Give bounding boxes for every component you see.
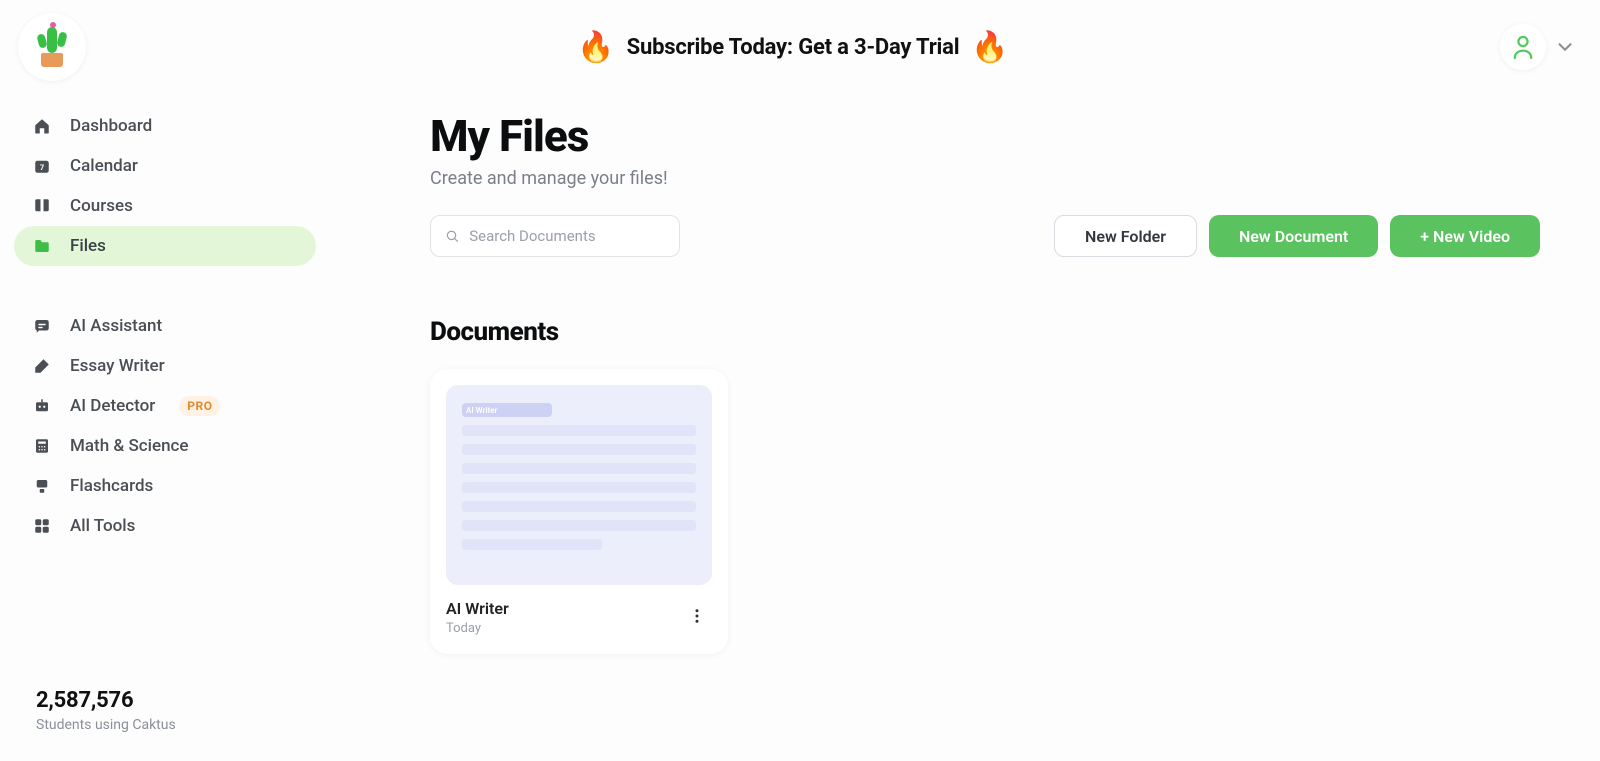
main-content: My Files Create and manage your files! N…: [330, 80, 1600, 761]
subscribe-banner[interactable]: 🔥 Subscribe Today: Get a 3-Day Trial 🔥: [577, 30, 1008, 65]
sidebar-item-label: Files: [70, 236, 106, 256]
sidebar-item-label: AI Assistant: [70, 316, 162, 336]
document-menu-button[interactable]: [682, 601, 712, 635]
more-vertical-icon: [688, 607, 706, 625]
new-folder-button[interactable]: New Folder: [1054, 215, 1197, 257]
fire-icon: 🔥: [577, 30, 614, 65]
documents-grid: AI Writer AI Writer Today: [430, 369, 1540, 654]
sidebar-item-files[interactable]: Files: [14, 226, 316, 266]
sidebar-item-label: Dashboard: [70, 116, 152, 136]
sidebar-item-label: Courses: [70, 196, 133, 216]
sidebar-item-label: All Tools: [70, 516, 135, 536]
student-count: 2,587,576: [36, 688, 310, 713]
cactus-icon: [33, 25, 71, 69]
sidebar-item-ai-detector[interactable]: AI Detector PRO: [14, 386, 316, 426]
flashcards-icon: [32, 476, 52, 496]
new-video-button[interactable]: + New Video: [1390, 215, 1540, 257]
new-document-button[interactable]: New Document: [1209, 215, 1378, 257]
page-title: My Files: [430, 110, 1540, 162]
sidebar-item-ai-assistant[interactable]: AI Assistant: [14, 306, 316, 346]
fire-icon: 🔥: [971, 30, 1008, 65]
grid-icon: [32, 516, 52, 536]
document-card[interactable]: AI Writer AI Writer Today: [430, 369, 728, 654]
svg-text:7: 7: [40, 163, 44, 172]
sidebar-item-label: Math & Science: [70, 436, 189, 456]
user-menu[interactable]: [1500, 24, 1576, 70]
student-count-label: Students using Caktus: [36, 717, 310, 733]
chevron-down-icon[interactable]: [1554, 36, 1576, 58]
sidebar: Dashboard 7 Calendar Courses Files: [0, 80, 330, 761]
sidebar-item-courses[interactable]: Courses: [14, 186, 316, 226]
sidebar-item-calendar[interactable]: 7 Calendar: [14, 146, 316, 186]
book-icon: [32, 196, 52, 216]
pen-icon: [32, 356, 52, 376]
pro-badge: PRO: [179, 396, 220, 416]
search-box[interactable]: [430, 215, 680, 257]
document-preview: AI Writer: [446, 385, 712, 585]
sidebar-item-flashcards[interactable]: Flashcards: [14, 466, 316, 506]
folder-icon: [32, 236, 52, 256]
user-icon: [1512, 34, 1534, 60]
header: 🔥 Subscribe Today: Get a 3-Day Trial 🔥: [0, 0, 1600, 80]
document-title: AI Writer: [446, 599, 509, 618]
sidebar-item-label: Essay Writer: [70, 356, 165, 376]
app-logo[interactable]: [18, 13, 86, 81]
chat-icon: [32, 316, 52, 336]
document-preview-tag: AI Writer: [462, 403, 552, 417]
sidebar-item-label: Calendar: [70, 156, 138, 176]
document-date: Today: [446, 621, 509, 636]
calendar-icon: 7: [32, 156, 52, 176]
calculator-icon: [32, 436, 52, 456]
robot-icon: [32, 396, 52, 416]
sidebar-item-label: Flashcards: [70, 476, 153, 496]
sidebar-item-all-tools[interactable]: All Tools: [14, 506, 316, 546]
documents-section-title: Documents: [430, 317, 1540, 347]
search-icon: [445, 228, 459, 244]
search-input[interactable]: [469, 227, 665, 245]
banner-text: Subscribe Today: Get a 3-Day Trial: [627, 35, 960, 60]
sidebar-footer: 2,587,576 Students using Caktus: [14, 688, 316, 743]
home-icon: [32, 116, 52, 136]
sidebar-item-label: AI Detector: [70, 396, 155, 416]
page-subtitle: Create and manage your files!: [430, 168, 1540, 189]
sidebar-item-essay-writer[interactable]: Essay Writer: [14, 346, 316, 386]
sidebar-item-math-science[interactable]: Math & Science: [14, 426, 316, 466]
toolbar: New Folder New Document + New Video: [430, 215, 1540, 257]
sidebar-item-dashboard[interactable]: Dashboard: [14, 106, 316, 146]
avatar: [1500, 24, 1546, 70]
